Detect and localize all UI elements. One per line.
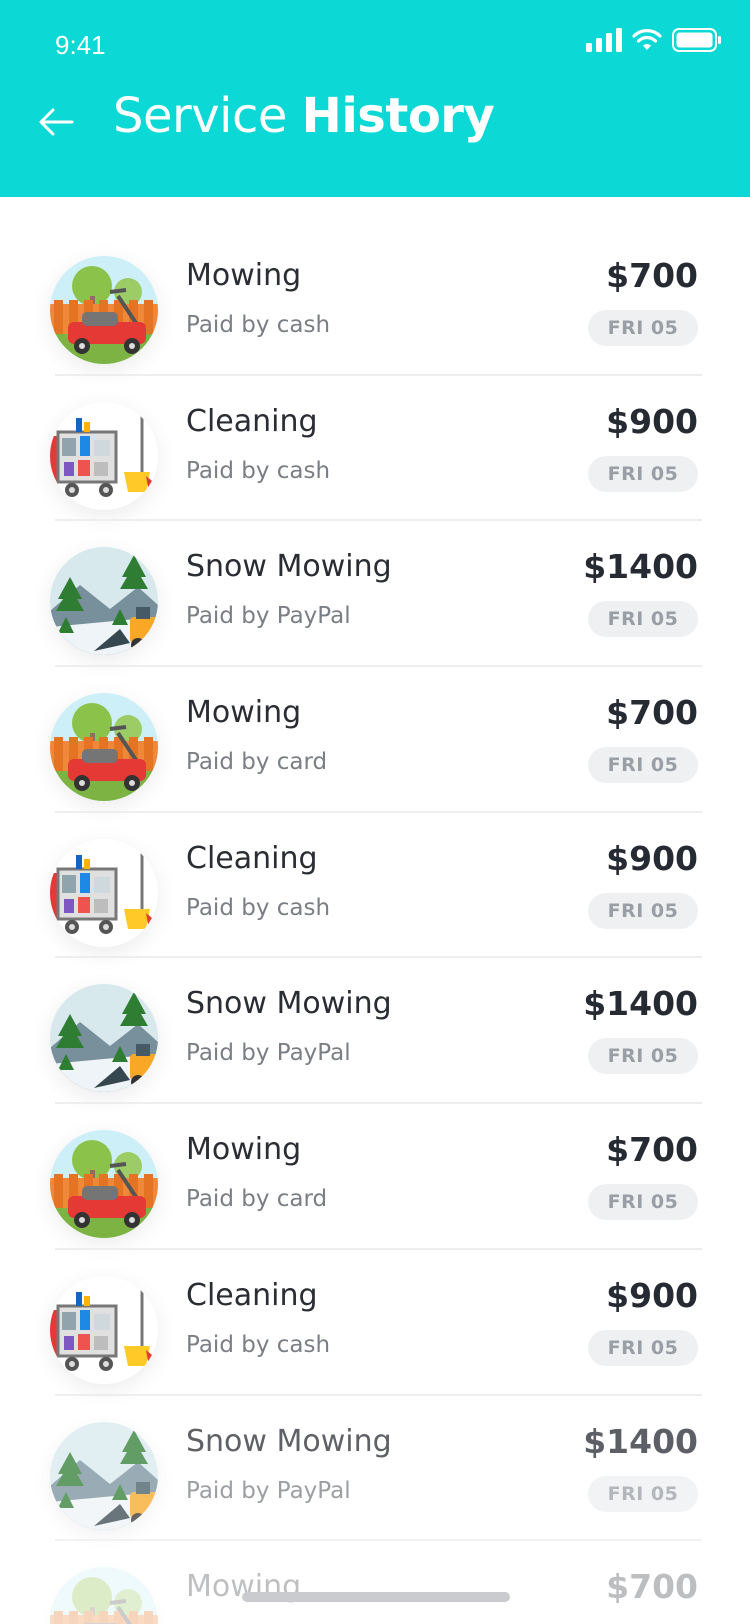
service-name: Mowing xyxy=(186,1132,302,1168)
mowing-icon xyxy=(50,693,158,802)
status-time: 9:41 xyxy=(55,30,106,60)
service-amount: $1400 xyxy=(583,1421,698,1461)
payment-method: Paid by card xyxy=(186,1186,328,1213)
service-name: Snow Mowing xyxy=(186,986,392,1022)
wifi-icon xyxy=(632,28,662,56)
mowing-icon xyxy=(50,256,158,364)
service-history-list: Mowing Paid by cash $700 FRI 05 Cleaning Pai… xyxy=(0,230,750,1624)
service-history-item[interactable]: Mowing Paid by card $700 FRI 05 xyxy=(0,1104,750,1250)
payment-method: Paid by cash xyxy=(186,1331,331,1358)
service-amount: $900 xyxy=(606,1275,698,1315)
home-indicator[interactable] xyxy=(242,1592,510,1602)
payment-method: Paid by card xyxy=(186,749,328,776)
service-history-item[interactable]: Cleaning Paid by cash $900 FRI 05 xyxy=(0,376,750,522)
date-badge: FRI 05 xyxy=(588,1475,698,1512)
date-badge: FRI 05 xyxy=(588,892,698,929)
service-name: Cleaning xyxy=(186,840,318,876)
date-badge: FRI 05 xyxy=(588,455,698,492)
service-amount: $900 xyxy=(606,838,698,878)
page-title-light: Service xyxy=(113,88,287,144)
mowing-icon xyxy=(50,1567,158,1624)
status-icons xyxy=(586,28,722,56)
date-badge: FRI 05 xyxy=(588,747,698,784)
date-badge: FRI 05 xyxy=(588,1038,698,1075)
date-badge: FRI 05 xyxy=(588,601,698,638)
service-history-item[interactable]: Snow Mowing Paid by PayPal $1400 FRI 05 xyxy=(0,958,750,1105)
service-name: Cleaning xyxy=(186,1277,318,1313)
cleaning-icon xyxy=(50,401,158,510)
service-name: Mowing xyxy=(186,695,302,731)
service-amount: $700 xyxy=(606,256,698,295)
snow-mowing-icon xyxy=(50,547,158,656)
service-name: Mowing xyxy=(186,258,302,293)
service-history-item[interactable]: Snow Mowing Paid by PayPal $1400 FRI 05 xyxy=(0,521,750,668)
service-amount: $900 xyxy=(606,401,698,441)
page-title-bold: History xyxy=(301,88,495,144)
service-history-item[interactable]: Cleaning Paid by cash $900 FRI 05 xyxy=(0,813,750,959)
back-button[interactable] xyxy=(30,96,82,148)
app-header: 9:41 Service History xyxy=(0,0,750,197)
service-amount: $700 xyxy=(606,1130,698,1170)
service-amount: $1400 xyxy=(583,984,698,1024)
service-name: Cleaning xyxy=(186,403,318,439)
service-history-item[interactable]: Mowing Paid by card $700 FRI 05 xyxy=(0,667,750,813)
service-amount: $1400 xyxy=(583,547,698,587)
payment-method: Paid by cash xyxy=(186,894,331,921)
payment-method: Paid by cash xyxy=(186,312,331,338)
payment-method: Paid by cash xyxy=(186,457,331,484)
battery-icon xyxy=(672,28,722,56)
cleaning-icon xyxy=(50,1275,158,1384)
snow-mowing-icon xyxy=(50,1421,158,1530)
page-title: Service History xyxy=(113,88,495,144)
service-name: Snow Mowing xyxy=(186,1423,392,1459)
date-badge: FRI 05 xyxy=(588,1184,698,1221)
payment-method: Paid by PayPal xyxy=(186,1040,351,1067)
snow-mowing-icon xyxy=(50,984,158,1093)
service-history-item[interactable]: Cleaning Paid by cash $900 FRI 05 xyxy=(0,1250,750,1396)
payment-method: Paid by PayPal xyxy=(186,603,351,630)
service-history-item[interactable]: Mowing Paid by cash $700 FRI 05 xyxy=(0,230,750,376)
cleaning-icon xyxy=(50,838,158,947)
service-history-item[interactable]: Mowing $700 xyxy=(0,1541,750,1624)
mowing-icon xyxy=(50,1130,158,1239)
service-amount: $700 xyxy=(606,1567,698,1607)
signal-icon xyxy=(586,28,622,56)
arrow-left-icon xyxy=(39,108,74,136)
payment-method: Paid by PayPal xyxy=(186,1477,351,1504)
date-badge: FRI 05 xyxy=(588,310,698,346)
service-amount: $700 xyxy=(606,693,698,733)
service-name: Snow Mowing xyxy=(186,549,392,585)
service-history-item[interactable]: Snow Mowing Paid by PayPal $1400 FRI 05 xyxy=(0,1396,750,1542)
date-badge: FRI 05 xyxy=(588,1329,698,1366)
